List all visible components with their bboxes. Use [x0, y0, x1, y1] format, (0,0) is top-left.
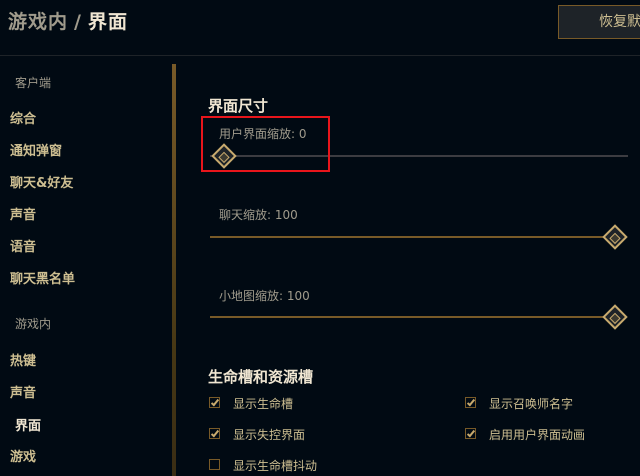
checkbox-box[interactable] [209, 397, 220, 408]
sidebar-item-chat-friends[interactable]: 聊天&好友 [10, 172, 73, 191]
breadcrumb-current: 界面 [87, 11, 128, 33]
health-bars-title: 生命槽和资源槽 [208, 368, 314, 386]
checkmark-icon [466, 397, 476, 407]
sidebar-item-game[interactable]: 游戏 [10, 446, 36, 465]
checkbox-label: 显示生命槽抖动 [233, 459, 318, 473]
minimap-scale-track[interactable] [210, 316, 614, 318]
restore-defaults-button[interactable]: 恢复默 [558, 5, 640, 39]
sidebar-item-voice[interactable]: 语音 [10, 236, 36, 255]
settings-sidebar: 客户端 综合 通知弹窗 聊天&好友 声音 语音 聊天黑名单 游戏内 热键 声音 … [0, 56, 172, 476]
header-bar: 游戏内 / 界面 恢复默 [0, 0, 640, 56]
sidebar-item-notifications[interactable]: 通知弹窗 [10, 140, 62, 159]
sidebar-item-interface[interactable]: 界面 [15, 415, 41, 434]
sidebar-item-general[interactable]: 综合 [10, 108, 36, 127]
checkmark-icon [466, 428, 476, 438]
checkbox-box[interactable] [465, 397, 476, 408]
sidebar-item-sound[interactable]: 声音 [10, 204, 36, 223]
sidebar-item-hotkeys[interactable]: 热键 [10, 350, 36, 369]
minimap-scale-label: 小地图缩放: 100 [219, 289, 310, 303]
checkbox-label: 显示召唤师名字 [489, 397, 574, 411]
checkbox-label: 启用用户界面动画 [489, 428, 586, 442]
checkbox-box[interactable] [209, 459, 220, 470]
minimap-scale-slider-thumb[interactable] [602, 304, 628, 330]
sidebar-item-ingame-sound[interactable]: 声音 [10, 382, 36, 401]
interface-size-title: 界面尺寸 [208, 97, 269, 115]
checkbox-box[interactable] [209, 428, 220, 439]
breadcrumb: 游戏内 / 界面 [8, 7, 128, 34]
sidebar-group-ingame: 游戏内 [15, 317, 52, 331]
sidebar-group-client: 客户端 [15, 76, 52, 90]
sidebar-item-chat-blocklist[interactable]: 聊天黑名单 [10, 268, 75, 287]
checkmark-icon [210, 428, 220, 438]
breadcrumb-parent[interactable]: 游戏内 [8, 11, 68, 33]
chat-scale-slider-thumb[interactable] [602, 224, 628, 250]
checkbox-label: 显示失控界面 [233, 428, 306, 442]
checkbox-label: 显示生命槽 [233, 397, 294, 411]
breadcrumb-separator: / [74, 11, 82, 33]
sidebar-divider [172, 64, 176, 476]
chat-scale-label: 聊天缩放: 100 [219, 208, 298, 222]
chat-scale-track[interactable] [210, 236, 614, 238]
checkbox-box[interactable] [465, 428, 476, 439]
highlight-annotation-box [201, 116, 330, 172]
checkmark-icon [210, 397, 220, 407]
